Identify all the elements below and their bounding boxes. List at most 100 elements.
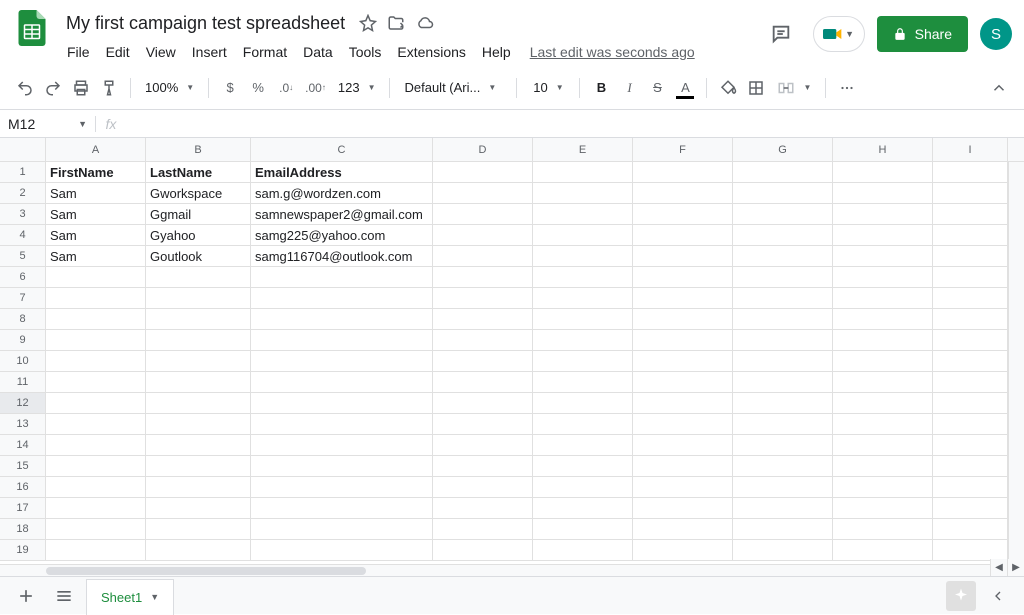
cell[interactable] xyxy=(46,498,146,519)
cell[interactable] xyxy=(533,330,633,351)
cell[interactable] xyxy=(46,540,146,561)
cell[interactable] xyxy=(433,351,533,372)
cell[interactable] xyxy=(533,435,633,456)
column-header-A[interactable]: A xyxy=(46,138,146,161)
row-header[interactable]: 11 xyxy=(0,372,46,393)
cell[interactable] xyxy=(633,330,733,351)
cell[interactable] xyxy=(46,351,146,372)
side-panel-toggle[interactable] xyxy=(982,580,1014,612)
cell[interactable] xyxy=(146,267,251,288)
row-header[interactable]: 12 xyxy=(0,393,46,414)
menu-data[interactable]: Data xyxy=(296,40,340,64)
cell[interactable] xyxy=(533,267,633,288)
cell[interactable] xyxy=(146,393,251,414)
cell[interactable] xyxy=(933,372,1008,393)
cell[interactable] xyxy=(933,456,1008,477)
cell[interactable] xyxy=(633,414,733,435)
account-avatar[interactable]: S xyxy=(980,18,1012,50)
column-header-B[interactable]: B xyxy=(146,138,251,161)
row-header[interactable]: 7 xyxy=(0,288,46,309)
cell[interactable] xyxy=(146,372,251,393)
select-all-corner[interactable] xyxy=(0,138,46,161)
cell[interactable] xyxy=(533,204,633,225)
cell[interactable] xyxy=(533,372,633,393)
cell[interactable] xyxy=(146,288,251,309)
cell[interactable]: Sam xyxy=(46,225,146,246)
cell[interactable] xyxy=(533,393,633,414)
cell[interactable]: samg225@yahoo.com xyxy=(251,225,433,246)
column-header-H[interactable]: H xyxy=(833,138,933,161)
cell[interactable] xyxy=(733,393,833,414)
cell[interactable] xyxy=(633,393,733,414)
cell[interactable] xyxy=(733,519,833,540)
cell[interactable] xyxy=(533,246,633,267)
add-sheet-button[interactable] xyxy=(10,580,42,612)
text-color-button[interactable]: A xyxy=(672,75,698,101)
cell[interactable] xyxy=(633,267,733,288)
cell[interactable] xyxy=(933,498,1008,519)
cell[interactable] xyxy=(433,183,533,204)
cell[interactable] xyxy=(933,204,1008,225)
cell[interactable] xyxy=(633,288,733,309)
column-header-I[interactable]: I xyxy=(933,138,1008,161)
currency-button[interactable]: $ xyxy=(217,75,243,101)
cell[interactable] xyxy=(251,288,433,309)
cell[interactable] xyxy=(833,477,933,498)
cell[interactable] xyxy=(433,498,533,519)
cell[interactable] xyxy=(433,372,533,393)
cell[interactable] xyxy=(251,540,433,561)
sheet-tab-1[interactable]: Sheet1▼ xyxy=(86,579,174,615)
cell[interactable] xyxy=(146,330,251,351)
cell[interactable] xyxy=(933,225,1008,246)
cell[interactable] xyxy=(633,372,733,393)
cell[interactable] xyxy=(46,267,146,288)
cell[interactable] xyxy=(733,267,833,288)
cell[interactable] xyxy=(733,456,833,477)
menu-format[interactable]: Format xyxy=(236,40,294,64)
cell[interactable]: samg116704@outlook.com xyxy=(251,246,433,267)
cell[interactable] xyxy=(833,288,933,309)
cell[interactable] xyxy=(433,204,533,225)
sheets-logo[interactable] xyxy=(12,8,52,48)
move-icon[interactable] xyxy=(387,14,405,32)
cell[interactable]: samnewspaper2@gmail.com xyxy=(251,204,433,225)
row-header[interactable]: 10 xyxy=(0,351,46,372)
cell[interactable] xyxy=(633,456,733,477)
cell[interactable] xyxy=(833,267,933,288)
cell[interactable]: FirstName xyxy=(46,162,146,183)
cell[interactable] xyxy=(533,456,633,477)
bold-button[interactable]: B xyxy=(588,75,614,101)
cell[interactable] xyxy=(833,330,933,351)
cell[interactable] xyxy=(533,351,633,372)
column-header-E[interactable]: E xyxy=(533,138,633,161)
cell[interactable] xyxy=(146,309,251,330)
more-toolbar-button[interactable] xyxy=(834,75,860,101)
comments-icon[interactable] xyxy=(761,14,801,54)
collapse-toolbar-button[interactable] xyxy=(986,75,1012,101)
cell[interactable] xyxy=(533,309,633,330)
cell[interactable] xyxy=(833,498,933,519)
cell[interactable] xyxy=(433,162,533,183)
undo-button[interactable] xyxy=(12,75,38,101)
cell[interactable] xyxy=(433,393,533,414)
cell[interactable] xyxy=(933,162,1008,183)
scroll-left-icon[interactable]: ◀ xyxy=(990,559,1007,576)
menu-tools[interactable]: Tools xyxy=(342,40,389,64)
cell[interactable] xyxy=(46,414,146,435)
cell[interactable] xyxy=(146,435,251,456)
cell[interactable] xyxy=(433,267,533,288)
cell[interactable] xyxy=(733,162,833,183)
increase-decimal-button[interactable]: .00↑ xyxy=(301,75,330,101)
cell[interactable] xyxy=(633,477,733,498)
cell[interactable] xyxy=(733,225,833,246)
cell[interactable] xyxy=(533,162,633,183)
cell[interactable] xyxy=(733,435,833,456)
cell[interactable] xyxy=(733,372,833,393)
cell[interactable] xyxy=(933,393,1008,414)
cell[interactable]: LastName xyxy=(146,162,251,183)
cell[interactable] xyxy=(833,162,933,183)
cell[interactable] xyxy=(46,288,146,309)
cell[interactable] xyxy=(533,519,633,540)
cloud-icon[interactable] xyxy=(415,14,435,32)
cell[interactable] xyxy=(533,477,633,498)
